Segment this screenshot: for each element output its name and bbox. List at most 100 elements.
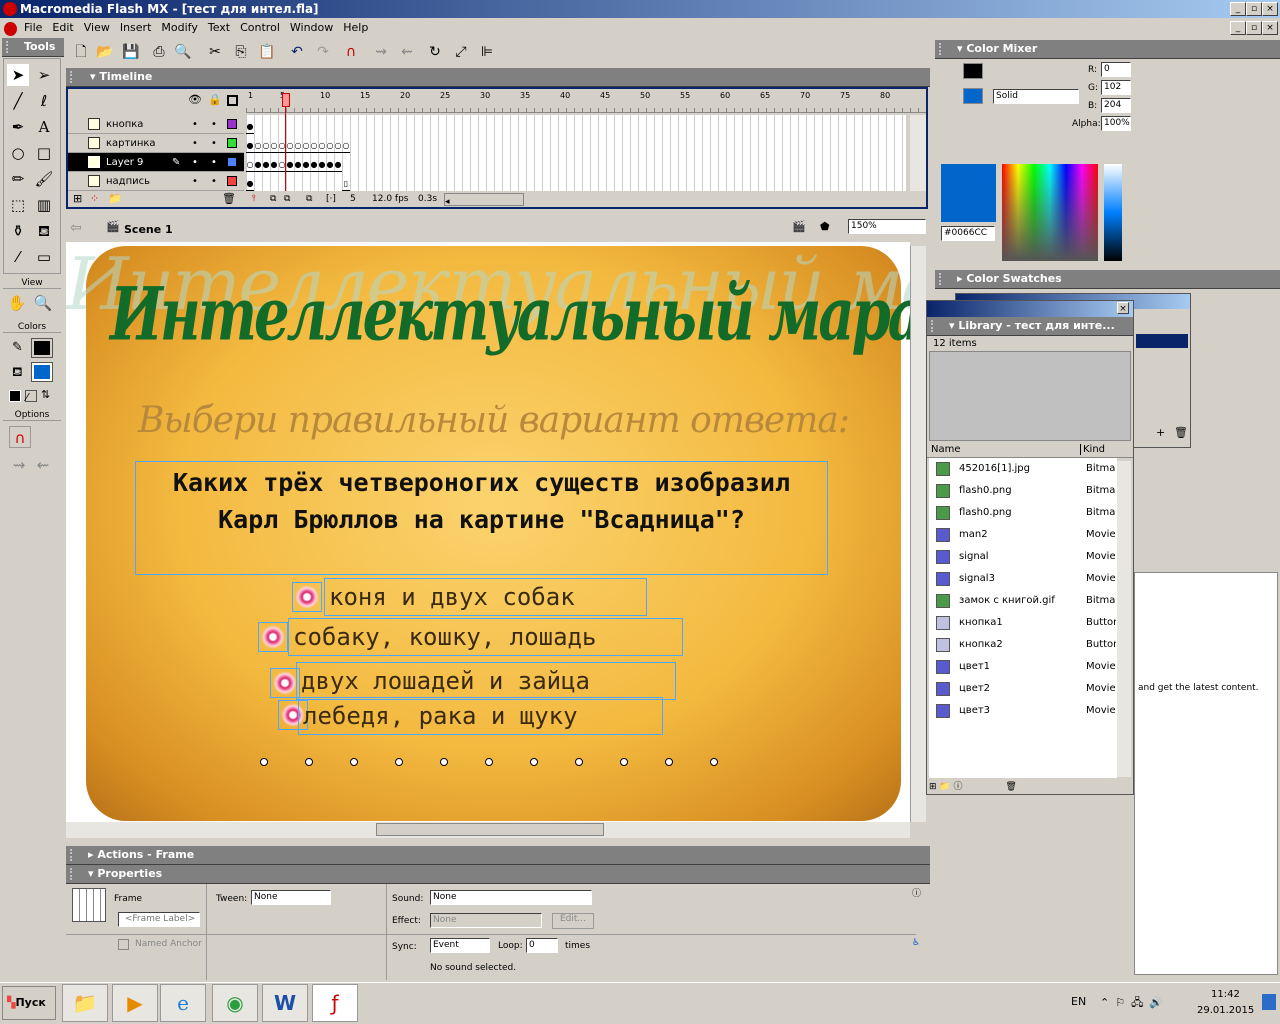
back-arrow-icon[interactable]: ⇦ (70, 220, 82, 236)
menu-help[interactable]: Help (343, 21, 368, 34)
no-color-icon[interactable]: ⁄ (25, 390, 37, 404)
internet-explorer-taskbar-icon[interactable]: e (160, 984, 206, 1022)
help-icon[interactable]: ⓘ (912, 886, 921, 899)
sound-select[interactable]: None (430, 890, 592, 905)
sync-select[interactable]: Event (430, 938, 490, 953)
menu-control[interactable]: Control (240, 21, 280, 34)
flash-taskbar-icon[interactable]: ƒ (312, 984, 358, 1022)
edit-scene-icon[interactable]: 🎬 (792, 220, 806, 233)
print-icon[interactable]: ⎙ (148, 41, 170, 63)
color-mixer-header[interactable]: ▾ Color Mixer (935, 40, 1280, 59)
scale-icon[interactable]: ⤢ (450, 41, 472, 63)
layer-row[interactable]: кнопка • • (68, 115, 244, 134)
menu-view[interactable]: View (84, 21, 110, 34)
library-item[interactable]: замок с книгой.gif Bitmap (929, 590, 1117, 612)
keyframe[interactable]: ● (246, 172, 254, 191)
answer-button-icon[interactable] (292, 582, 322, 612)
keyframe[interactable]: ● (270, 153, 278, 172)
keyframe[interactable]: ● (310, 153, 318, 172)
layer-color-swatch[interactable] (227, 176, 237, 186)
answer-button-icon[interactable] (258, 622, 288, 652)
new-folder-icon[interactable]: 📁 (939, 782, 950, 792)
keyframe[interactable]: ● (318, 153, 326, 172)
visibility-dot[interactable]: • (192, 172, 198, 191)
new-file-icon[interactable]: 🗋 (70, 41, 92, 63)
edit-symbols-icon[interactable]: ⬟ (820, 220, 830, 233)
minimize-button[interactable]: _ (1230, 2, 1246, 16)
library-delete-icon[interactable]: 🗑 (1005, 782, 1016, 792)
named-anchor-checkbox[interactable] (118, 939, 129, 950)
keyframe[interactable]: ○ (246, 153, 254, 172)
doc-close-button[interactable]: × (1262, 21, 1278, 35)
lock-icon[interactable]: 🔒 (208, 93, 222, 106)
b-input[interactable]: 204 (1101, 98, 1131, 113)
fill-color-swatch[interactable] (31, 362, 53, 382)
keyframe[interactable]: ● (326, 153, 334, 172)
straighten-icon[interactable]: ⇜ (396, 41, 418, 63)
properties-panel-header[interactable]: ▾ Properties (66, 865, 930, 884)
fill-type-select[interactable]: Solid (993, 89, 1079, 104)
menu-modify[interactable]: Modify (161, 21, 197, 34)
timeline-header[interactable]: ▾ Timeline (66, 68, 930, 87)
open-folder-icon[interactable]: 📂 (94, 41, 116, 63)
scene-name[interactable]: Scene 1 (124, 223, 173, 236)
library-item[interactable]: signal Movie (929, 546, 1117, 568)
kind-column-header[interactable]: Kind (1080, 444, 1105, 455)
subselect-tool-icon[interactable]: ➢ (33, 64, 55, 86)
keyframe[interactable]: ○ (342, 134, 350, 153)
snap-magnet-icon[interactable]: ∩ (340, 41, 362, 63)
eye-icon[interactable]: 👁 (188, 93, 202, 106)
keyframe[interactable]: ● (246, 134, 254, 153)
menu-file[interactable]: File (24, 21, 42, 34)
answer-option-4[interactable]: лебедя, рака и щуку (298, 697, 663, 735)
library-item[interactable]: кнопка2 Button (929, 634, 1117, 656)
delete-layer-icon[interactable]: 🗑 (222, 192, 236, 205)
keyframe[interactable]: ○ (302, 134, 310, 153)
pen-tool-icon[interactable]: ✒ (7, 116, 29, 138)
line-tool-icon[interactable]: ╱ (7, 90, 29, 112)
layer-row[interactable]: надпись • • (68, 172, 244, 191)
fill-transform-tool-icon[interactable]: ▥ (33, 194, 55, 216)
r-input[interactable]: 0 (1101, 62, 1131, 77)
add-layer-icon[interactable]: ⊞ (73, 192, 82, 205)
hand-tool-icon[interactable]: ✋ (6, 292, 28, 314)
playhead[interactable] (282, 93, 290, 107)
keyframe[interactable]: ● (254, 153, 262, 172)
library-item[interactable]: кнопка1 Button (929, 612, 1117, 634)
language-indicator[interactable]: EN (1071, 995, 1086, 1008)
center-frame-icon[interactable]: ⫯ (252, 191, 256, 207)
onion-skin-icon[interactable]: ⧉ (270, 191, 276, 207)
paste-icon[interactable]: 📋 (256, 41, 278, 63)
library-item[interactable]: цвет2 Movie (929, 678, 1117, 700)
library-item[interactable]: flash0.png Bitmap (929, 502, 1117, 524)
new-symbol-icon[interactable]: ⊞ (929, 782, 937, 792)
outline-icon[interactable] (227, 95, 238, 106)
lock-dot[interactable]: • (211, 172, 217, 191)
align-icon[interactable]: ⊫ (476, 41, 498, 63)
tools-panel-header[interactable]: Tools (2, 38, 64, 57)
layer-row[interactable]: картинка • • (68, 134, 244, 153)
frame-grid[interactable]: ● ● ○ ○ ○ ○ ○ ○ ○ ○ ○ ○ ○ ○ ○ ● ● ● ○ ● ● ● ● ● ● ● ● ▯ (246, 115, 906, 191)
keyframe[interactable]: ○ (310, 134, 318, 153)
add-guide-layer-icon[interactable]: ⁘ (90, 192, 99, 205)
clock-time[interactable]: 11:42 (1211, 989, 1240, 1000)
hex-input[interactable]: #0066CC (941, 226, 995, 241)
edit-button[interactable]: Edit... (552, 913, 594, 929)
snap-option-icon[interactable]: ∩ (9, 426, 31, 448)
oval-tool-icon[interactable]: ○ (7, 142, 29, 164)
layer-color-swatch[interactable] (227, 138, 237, 148)
add-icon[interactable]: + (1156, 426, 1165, 439)
accessibility-icon[interactable]: ♿ (912, 938, 920, 948)
eyedropper-tool-icon[interactable]: ⁄ (7, 246, 29, 268)
keyframe[interactable]: ○ (294, 134, 302, 153)
library-item[interactable]: цвет3 Movie (929, 700, 1117, 722)
edit-multiple-frames-icon[interactable]: ⧉ (306, 191, 312, 207)
show-desktop-button[interactable] (1262, 994, 1276, 1010)
lasso-tool-icon[interactable]: ℓ (33, 90, 55, 112)
onion-outline-icon[interactable]: ⧉ (284, 191, 290, 207)
explorer-taskbar-icon[interactable]: 📁 (62, 984, 108, 1022)
media-player-taskbar-icon[interactable]: ▶ (112, 984, 158, 1022)
keyframe[interactable]: ○ (318, 134, 326, 153)
library-vscroll[interactable] (1117, 461, 1131, 777)
delete-icon[interactable]: 🗑 (1174, 426, 1188, 439)
